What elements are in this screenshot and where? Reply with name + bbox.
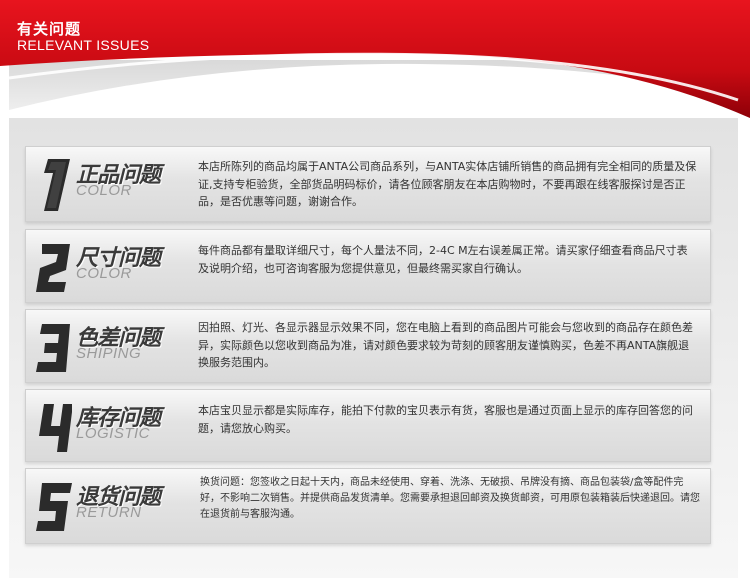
header-banner: [0, 0, 750, 120]
section-title: 有关问题: [17, 20, 82, 38]
number-5-icon: [36, 483, 72, 531]
issue-body: 换货问题：您签收之日起十天内，商品未经使用、穿着、洗涤、无破损、吊牌没有摘、商品…: [200, 477, 700, 520]
number-3-icon: [36, 324, 70, 372]
section-subtitle: RELEVANT ISSUES: [17, 37, 150, 53]
issue-card-size: 尺寸问题 COLOR 每件商品都有量取详细尺寸，每个人量法不同，2-4C M左右…: [25, 229, 711, 303]
issue-card-color-difference: 色差问题 SHIPING 因拍照、灯光、各显示器显示效果不同，您在电脑上看到的商…: [25, 309, 711, 383]
number-4-icon: [39, 404, 72, 452]
issue-body: 本店所陈列的商品均属于ANTA公司商品系列，与ANTA实体店铺所销售的商品拥有完…: [198, 160, 697, 208]
issue-card-authenticity: 正品问题 COLOR 本店所陈列的商品均属于ANTA公司商品系列，与ANTA实体…: [25, 146, 711, 222]
issue-title-en: COLOR: [76, 265, 132, 282]
issue-body: 因拍照、灯光、各显示器显示效果不同，您在电脑上看到的商品图片可能会与您收到的商品…: [198, 321, 693, 369]
issue-title-en: RETURN: [76, 504, 142, 521]
issue-card-return: 退货问题 RETURN 换货问题：您签收之日起十天内，商品未经使用、穿着、洗涤、…: [25, 468, 711, 544]
issue-body: 每件商品都有量取详细尺寸，每个人量法不同，2-4C M左右误差属正常。请买家仔细…: [198, 244, 688, 275]
issue-body: 本店宝贝显示都是实际库存，能拍下付款的宝贝表示有货，客服也是通过页面上显示的库存…: [198, 404, 693, 435]
number-1-icon: [44, 159, 70, 211]
number-2-icon: [36, 244, 70, 292]
issue-title-en: SHIPING: [76, 345, 142, 362]
issue-title-en: LOGISTIC: [76, 425, 151, 442]
issue-card-stock: 库存问题 LOGISTIC 本店宝贝显示都是实际库存，能拍下付款的宝贝表示有货，…: [25, 389, 711, 462]
issue-title-en: COLOR: [76, 182, 132, 199]
